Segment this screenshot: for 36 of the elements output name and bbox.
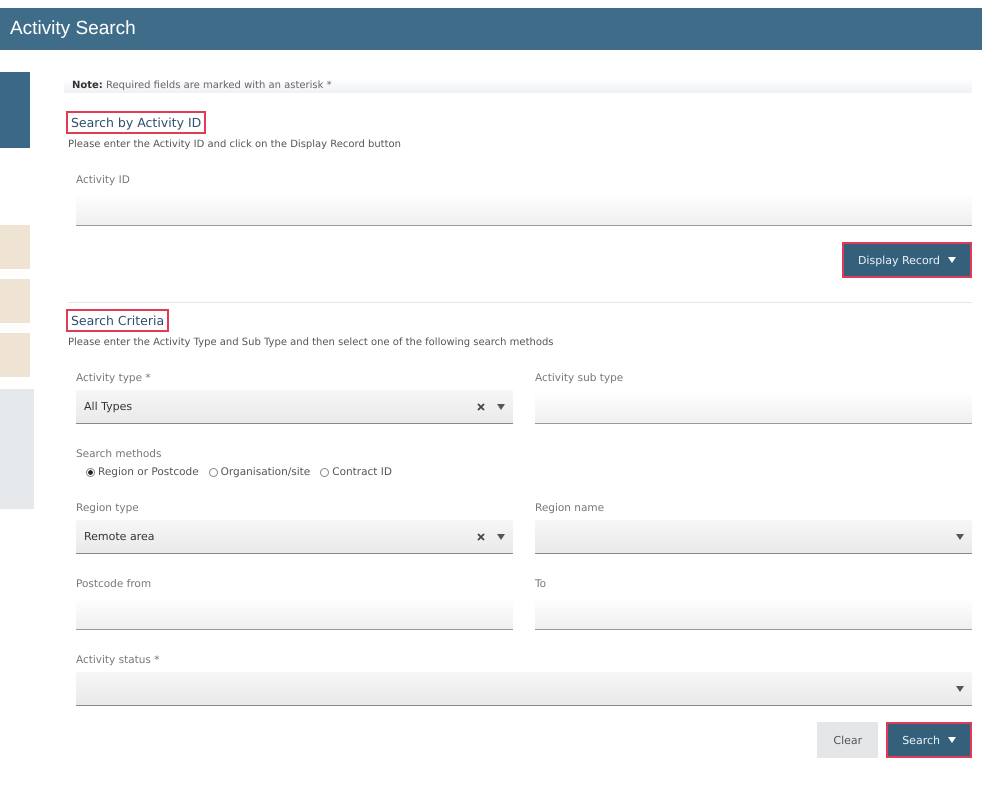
field-label: Activity type *	[76, 372, 152, 384]
field-label: Region name	[535, 502, 606, 514]
field-label: To	[535, 578, 548, 590]
caret-icon[interactable]	[956, 534, 964, 540]
instruction-text: Please enter the Activity ID and click on the Display Record button	[68, 139, 402, 150]
caret-icon[interactable]	[948, 737, 956, 743]
field-label: Activity sub type	[535, 372, 624, 384]
note-text: Note: Required fields are marked with an asterisk *	[64, 78, 972, 93]
dropdown[interactable]	[535, 520, 972, 554]
section-heading: Search by Activity ID	[66, 111, 206, 134]
dropdown[interactable]: All Types	[76, 390, 513, 424]
field-label: Postcode from	[76, 578, 152, 590]
dropdown[interactable]: Remote area	[76, 520, 513, 554]
field-label: Activity status *	[76, 654, 160, 666]
button[interactable]: Search	[886, 722, 972, 758]
clear-icon[interactable]	[477, 532, 485, 540]
caret-icon[interactable]	[497, 534, 505, 540]
page-title: Activity Search	[10, 18, 136, 40]
radio-button[interactable]	[320, 468, 330, 476]
instruction-text: Please enter the Activity Type and Sub Type and then select one of the following search methods	[68, 337, 555, 348]
button[interactable]: Display Record	[842, 242, 972, 278]
radio-label[interactable]: Organisation/site	[220, 466, 310, 478]
radio-label[interactable]: Contract ID	[332, 466, 392, 478]
section-heading: Search Criteria	[66, 309, 170, 332]
radio-button[interactable]	[208, 468, 218, 476]
dropdown[interactable]	[76, 672, 972, 706]
field-label: Search methods	[76, 448, 162, 460]
radio-label[interactable]: Region or Postcode	[98, 466, 199, 478]
caret-icon[interactable]	[948, 257, 956, 263]
radio-button[interactable]	[86, 468, 95, 476]
caret-icon[interactable]	[956, 686, 964, 692]
field-label: Activity ID	[76, 174, 131, 186]
clear-icon[interactable]	[477, 402, 485, 410]
field-label: Region type	[76, 502, 140, 514]
button[interactable]: Clear	[817, 722, 878, 758]
caret-icon[interactable]	[497, 404, 505, 410]
